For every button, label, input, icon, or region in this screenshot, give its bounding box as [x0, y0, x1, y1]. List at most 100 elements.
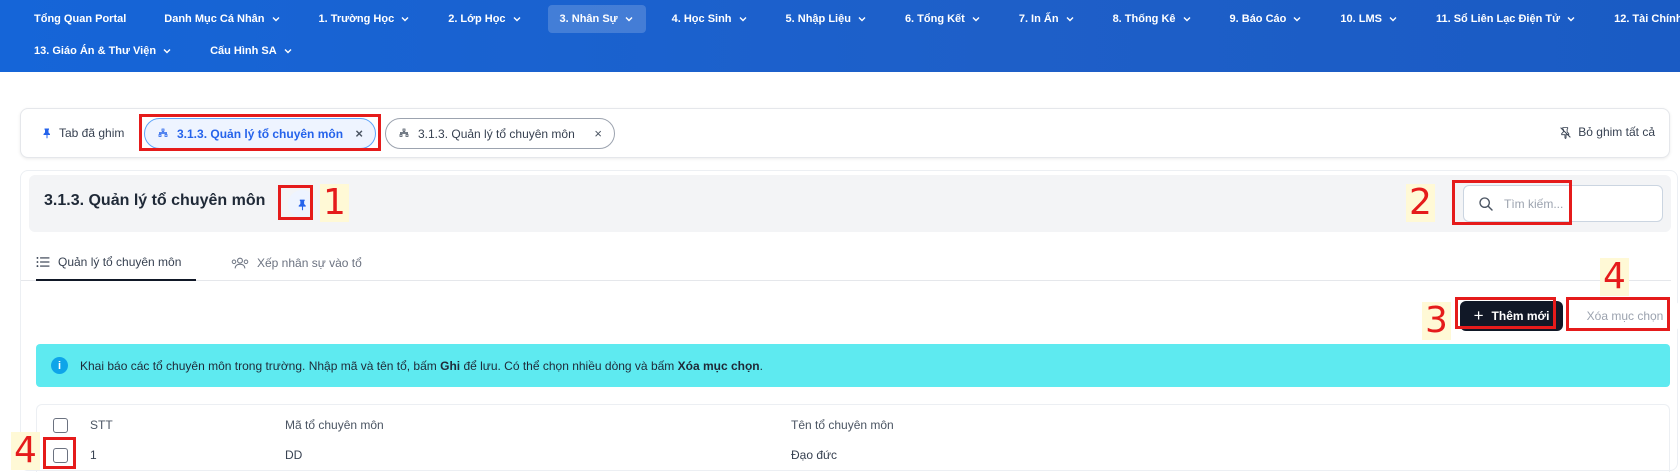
info-text-part: Khai báo các tổ chuyên môn trong trường.… — [80, 358, 441, 373]
cell-name: Đạo đức — [791, 448, 838, 462]
users-icon — [231, 257, 249, 269]
column-header-stt: STT — [90, 418, 113, 432]
org-chart-icon — [158, 128, 168, 137]
nav-item-label: 9. Báo Cáo — [1229, 13, 1287, 25]
pinned-tab-active[interactable]: 3.1.3. Quản lý tổ chuyên môn × — [144, 118, 376, 149]
nav-item-label: 5. Nhập Liệu — [785, 13, 851, 25]
info-text-bold: Ghi — [440, 358, 461, 373]
nav-item-label: 12. Tài Chính — [1614, 13, 1680, 25]
pinned-tabs-label-text: Tab đã ghim — [59, 126, 125, 140]
nav-item-label: 4. Học Sinh — [671, 13, 732, 25]
unpin-all-button[interactable]: Bỏ ghim tất cả — [1559, 125, 1655, 139]
pin-icon — [43, 128, 50, 139]
nav-item[interactable]: 8. Thống Kê — [1101, 5, 1204, 33]
annotation-number: 4 — [11, 432, 40, 470]
tab-manage-groups[interactable]: Quản lý tổ chuyên môn — [36, 245, 196, 281]
nav-item-label: 6. Tổng Kết — [904, 13, 965, 25]
chevron-down-icon — [1389, 17, 1397, 22]
nav-item[interactable]: 6. Tổng Kết — [893, 5, 993, 33]
tab-label: Quản lý tổ chuyên môn — [58, 255, 182, 269]
nav-item[interactable]: 2. Lớp Học — [436, 5, 533, 33]
unpin-all-label: Bỏ ghim tất cả — [1578, 125, 1655, 139]
nav-item[interactable]: 1. Trường Học — [307, 5, 423, 33]
list-icon — [36, 256, 50, 268]
pinned-tab-label: 3.1.3. Quản lý tổ chuyên môn — [177, 126, 344, 141]
plus-icon: + — [1473, 306, 1484, 325]
nav-item-label: 7. In Ấn — [1018, 13, 1059, 25]
add-new-button[interactable]: + Thêm mới — [1460, 301, 1563, 331]
close-icon[interactable]: × — [594, 126, 602, 141]
nav-item[interactable]: 7. In Ấn — [1007, 5, 1087, 33]
chevron-down-icon — [1183, 17, 1191, 22]
delete-selected-label: Xóa mục chọn — [1586, 309, 1664, 323]
annotation-number: 1 — [320, 184, 349, 222]
chevron-down-icon — [972, 17, 980, 22]
nav-item[interactable]: 4. Học Sinh — [660, 5, 760, 33]
nav-row-1: Tổng Quan Portal Danh Mục Cá Nhân 1. Trườn… — [22, 5, 1680, 33]
search-box[interactable] — [1463, 185, 1663, 222]
pin-icon — [298, 199, 306, 210]
groups-table: STT Mã tổ chuyên môn Tên tổ chuyên môn 1… — [36, 404, 1670, 472]
annotation-number: 2 — [1406, 184, 1435, 222]
nav-item-label: 10. LMS — [1340, 13, 1382, 25]
chevron-down-icon — [513, 17, 521, 22]
chevron-down-icon — [858, 17, 866, 22]
annotation-number: 4 — [1600, 258, 1629, 296]
page-title: 3.1.3. Quản lý tổ chuyên môn — [44, 192, 266, 209]
chevron-down-icon — [1567, 17, 1575, 22]
pin-page-button[interactable] — [288, 190, 316, 218]
tab-label: Xếp nhân sự vào tổ — [257, 256, 362, 270]
chevron-down-icon — [1293, 17, 1301, 22]
column-header-name: Tên tổ chuyên môn — [791, 418, 894, 432]
nav-item[interactable]: 13. Giáo Án & Thư Viện — [22, 37, 184, 65]
unpin-icon — [1560, 126, 1572, 139]
close-icon[interactable]: × — [355, 126, 363, 141]
pinned-tab[interactable]: 3.1.3. Quản lý tổ chuyên môn × — [385, 118, 615, 149]
delete-selected-button[interactable]: Xóa mục chọn — [1571, 301, 1679, 331]
nav-item[interactable]: 5. Nhập Liệu — [774, 5, 879, 33]
info-text-part: để lưu. Có thể chọn nhiều dòng và bấm — [460, 358, 678, 373]
add-new-label: Thêm mới — [1491, 309, 1550, 323]
info-banner: i Khai báo các tổ chuyên môn trong trườn… — [36, 344, 1670, 387]
pinned-tabs-bar: Tab đã ghim 3.1.3. Quản lý tổ chuyên môn… — [20, 108, 1670, 158]
search-icon — [1479, 196, 1493, 211]
chevron-down-icon — [1066, 17, 1074, 22]
nav-item[interactable]: Tổng Quan Portal — [22, 5, 138, 33]
nav-item[interactable]: 10. LMS — [1328, 5, 1410, 33]
select-all-checkbox[interactable] — [53, 418, 68, 433]
sub-tabs: Quản lý tổ chuyên môn Xếp nhân sự vào tổ — [21, 245, 1671, 281]
column-header-code: Mã tổ chuyên môn — [285, 418, 384, 432]
info-text-bold: Xóa mục chọn — [677, 358, 760, 373]
nav-item-label: 1. Trường Học — [318, 13, 395, 25]
nav-item[interactable]: 3. Nhân Sự — [547, 5, 646, 33]
cell-code: DD — [285, 448, 303, 462]
pinned-tabs-label: Tab đã ghim — [41, 126, 124, 140]
nav-item[interactable]: 11. Sổ Liên Lạc Điện Tử — [1424, 5, 1588, 33]
tab-assign-staff[interactable]: Xếp nhân sự vào tổ — [231, 245, 362, 281]
nav-item-label: Tổng Quan Portal — [34, 13, 127, 25]
nav-item[interactable]: 12. Tài Chính — [1602, 5, 1680, 33]
annotation-number: 3 — [1422, 302, 1451, 340]
nav-item[interactable]: Cấu Hình SA — [198, 37, 305, 65]
info-text: Khai báo các tổ chuyên môn trong trường.… — [80, 359, 763, 373]
chevron-down-icon — [625, 17, 633, 22]
nav-item[interactable]: Danh Mục Cá Nhân — [152, 5, 292, 33]
chevron-down-icon — [739, 17, 747, 22]
chevron-down-icon — [284, 49, 292, 54]
row-checkbox[interactable] — [53, 448, 68, 463]
chevron-down-icon — [163, 49, 171, 54]
nav-row-2: 13. Giáo Án & Thư Viện Cấu Hình SA — [22, 37, 319, 65]
nav-item-label: Cấu Hình SA — [210, 45, 277, 57]
chevron-down-icon — [272, 17, 280, 22]
top-navigation: Tổng Quan Portal Danh Mục Cá Nhân 1. Trườn… — [0, 0, 1680, 72]
nav-item-label: 8. Thống Kê — [1112, 13, 1176, 25]
pinned-tab-label: 3.1.3. Quản lý tổ chuyên môn — [418, 126, 575, 141]
info-text-part: . — [759, 358, 763, 373]
cell-stt: 1 — [90, 448, 97, 462]
chevron-down-icon — [401, 17, 409, 22]
nav-item-label: 2. Lớp Học — [448, 13, 506, 25]
nav-item-label: 13. Giáo Án & Thư Viện — [34, 45, 157, 57]
org-chart-icon — [399, 128, 409, 137]
nav-item[interactable]: 9. Báo Cáo — [1218, 5, 1315, 33]
search-input[interactable] — [1504, 196, 1644, 211]
